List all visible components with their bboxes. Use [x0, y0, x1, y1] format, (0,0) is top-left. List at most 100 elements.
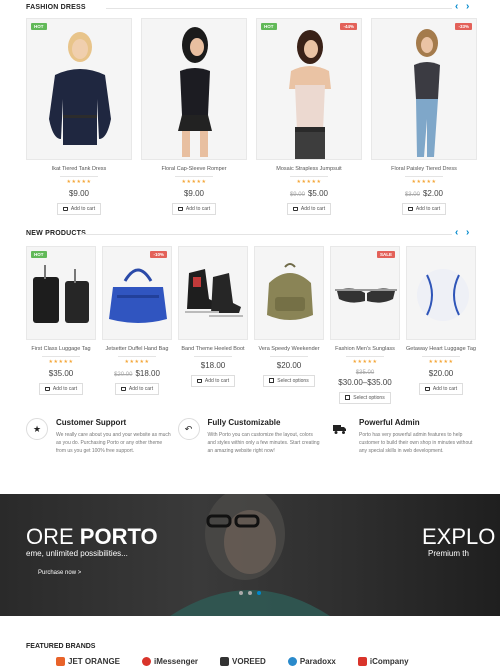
brand-logo[interactable]: JET ORANGE	[56, 657, 120, 666]
product-card[interactable]: -33% Floral Paisley Tiered Dress ★★★★★ $…	[371, 18, 477, 216]
slider-dot[interactable]	[248, 591, 252, 595]
cart-icon	[292, 207, 298, 211]
add-to-cart-button[interactable]: Add to cart	[38, 383, 84, 395]
divider	[106, 8, 452, 9]
product-image[interactable]: -10%	[102, 246, 172, 340]
product-price: $9.00	[141, 189, 247, 198]
brand-logo[interactable]: Paradoxx	[287, 657, 336, 666]
featured-brands-title: FEATURED BRANDS	[26, 643, 96, 650]
product-name[interactable]: First Class Luggage Tag	[26, 346, 96, 352]
carousel-arrows: ‹ ›	[455, 2, 474, 12]
rating-stars: ★★★★★	[352, 359, 378, 365]
brand-logo[interactable]: VOREED	[220, 657, 266, 666]
divider	[270, 356, 308, 357]
chevron-left-icon[interactable]: ‹	[455, 228, 463, 238]
divider	[194, 356, 232, 357]
divider	[346, 356, 384, 357]
rating-stars: ★★★★★	[411, 179, 437, 185]
product-price: $35.00	[26, 369, 96, 378]
purchase-now-link[interactable]: Purchase now >	[38, 570, 81, 576]
brand-logo[interactable]: iMessenger	[142, 657, 198, 666]
feature-title: Fully Customizable	[207, 418, 281, 427]
button-label: Add to cart	[300, 206, 326, 212]
feature-title: Customer Support	[56, 418, 127, 427]
add-to-cart-button[interactable]: Add to cart	[171, 203, 217, 215]
button-label: Add to cart	[52, 386, 78, 392]
features-row: ★ Customer Support We really care about …	[26, 418, 474, 455]
slider-dot[interactable]	[239, 591, 243, 595]
section-title: NEW PRODUCTS	[26, 230, 86, 237]
discount-badge: -10%	[150, 251, 167, 258]
cart-icon	[407, 207, 413, 211]
add-to-cart-button[interactable]: Add to cart	[190, 375, 236, 387]
feature-description: With Porto you can customize the layout,…	[207, 432, 320, 454]
chevron-right-icon[interactable]: ›	[466, 2, 474, 12]
add-to-cart-button[interactable]: Add to cart	[56, 203, 102, 215]
product-name[interactable]: Floral Paisley Tiered Dress	[371, 166, 477, 172]
product-image[interactable]: HOT	[26, 246, 96, 340]
product-name[interactable]: Fashion Men's Sunglass	[330, 346, 400, 352]
price-value: $30.00–$35.00	[338, 378, 392, 387]
divider	[422, 356, 460, 357]
slider-dots	[239, 591, 261, 595]
product-card[interactable]: Vera Speedy Weekender $20.00 Select opti…	[254, 246, 324, 405]
select-options-button[interactable]: Select options	[339, 391, 391, 404]
add-to-cart-button[interactable]: Add to cart	[286, 203, 332, 215]
product-image[interactable]: HOT -44%	[256, 18, 362, 160]
price-value: $9.00	[68, 189, 90, 198]
button-label: Add to cart	[415, 206, 441, 212]
product-name[interactable]: Floral Cap-Sleeve Romper	[141, 166, 247, 172]
button-label: Select options	[277, 377, 309, 384]
fashion-product-row: HOT Ikat Tiered Tank Dress ★★★★★ $9.00 A…	[26, 18, 477, 216]
product-card[interactable]: SALE Fashion Men's Sunglass ★★★★★ $35.00…	[330, 246, 400, 405]
product-card[interactable]: Floral Cap-Sleeve Romper ★★★★★ $9.00 Add…	[141, 18, 247, 216]
chevron-right-icon[interactable]: ›	[466, 228, 474, 238]
add-to-cart-button[interactable]: Add to cart	[114, 383, 160, 395]
cart-icon	[44, 387, 50, 391]
old-price: $9.00	[289, 192, 305, 198]
product-image[interactable]	[141, 18, 247, 160]
product-card[interactable]: HOT First Class Luggage Tag ★★★★★ $35.00…	[26, 246, 96, 405]
cart-icon	[177, 207, 183, 211]
divider	[405, 176, 443, 177]
brands-row: JET ORANGE iMessenger VOREED Paradoxx iC…	[56, 657, 409, 666]
add-to-cart-button[interactable]: Add to cart	[401, 203, 447, 215]
divider	[118, 356, 156, 357]
chevron-left-icon[interactable]: ‹	[455, 2, 463, 12]
button-label: Add to cart	[70, 206, 96, 212]
product-image[interactable]: HOT	[26, 18, 132, 160]
product-card[interactable]: -10% Jetsetter Duffel Hand Bag ★★★★★ $20…	[102, 246, 172, 405]
product-name[interactable]: Mosaic Strapless Jumpsuit	[256, 166, 362, 172]
price-value: $5.00	[307, 189, 329, 198]
product-card[interactable]: Band Theme Heeled Boot $18.00 Add to car…	[178, 246, 248, 405]
product-image[interactable]	[406, 246, 476, 340]
divider	[60, 176, 98, 177]
button-label: Add to cart	[432, 386, 458, 392]
hot-badge: HOT	[31, 23, 47, 30]
cart-icon	[62, 207, 68, 211]
product-price: $9.00 $5.00	[256, 189, 362, 198]
product-card[interactable]: HOT Ikat Tiered Tank Dress ★★★★★ $9.00 A…	[26, 18, 132, 216]
product-image[interactable]	[254, 246, 324, 340]
product-card[interactable]: HOT -44% Mosaic Strapless Jumpsuit ★★★★★…	[256, 18, 362, 216]
price-value: $18.00	[200, 361, 226, 370]
cart-icon	[120, 387, 126, 391]
brand-name: VOREED	[232, 657, 266, 666]
product-name[interactable]: Band Theme Heeled Boot	[178, 346, 248, 352]
brand-name: iCompany	[369, 657, 409, 666]
product-name[interactable]: Ikat Tiered Tank Dress	[26, 166, 132, 172]
brand-logo[interactable]: iCompany	[357, 657, 409, 666]
product-image[interactable]: -33%	[371, 18, 477, 160]
select-options-button[interactable]: Select options	[263, 374, 315, 387]
add-to-cart-button[interactable]: Add to cart	[418, 383, 464, 395]
product-image[interactable]: SALE	[330, 246, 400, 340]
product-image[interactable]	[178, 246, 248, 340]
hero-slider[interactable]: ORE PORTO eme, unlimited possibilities..…	[0, 494, 500, 616]
product-name[interactable]: Getaway Heart Luggage Tag	[406, 346, 476, 352]
product-card[interactable]: Getaway Heart Luggage Tag ★★★★★ $20.00 A…	[406, 246, 476, 405]
button-label: Add to cart	[128, 386, 154, 392]
product-name[interactable]: Jetsetter Duffel Hand Bag	[102, 346, 172, 352]
product-name[interactable]: Vera Speedy Weekender	[254, 346, 324, 352]
imessenger-logo-icon	[142, 657, 152, 666]
slider-dot-active[interactable]	[257, 591, 261, 595]
